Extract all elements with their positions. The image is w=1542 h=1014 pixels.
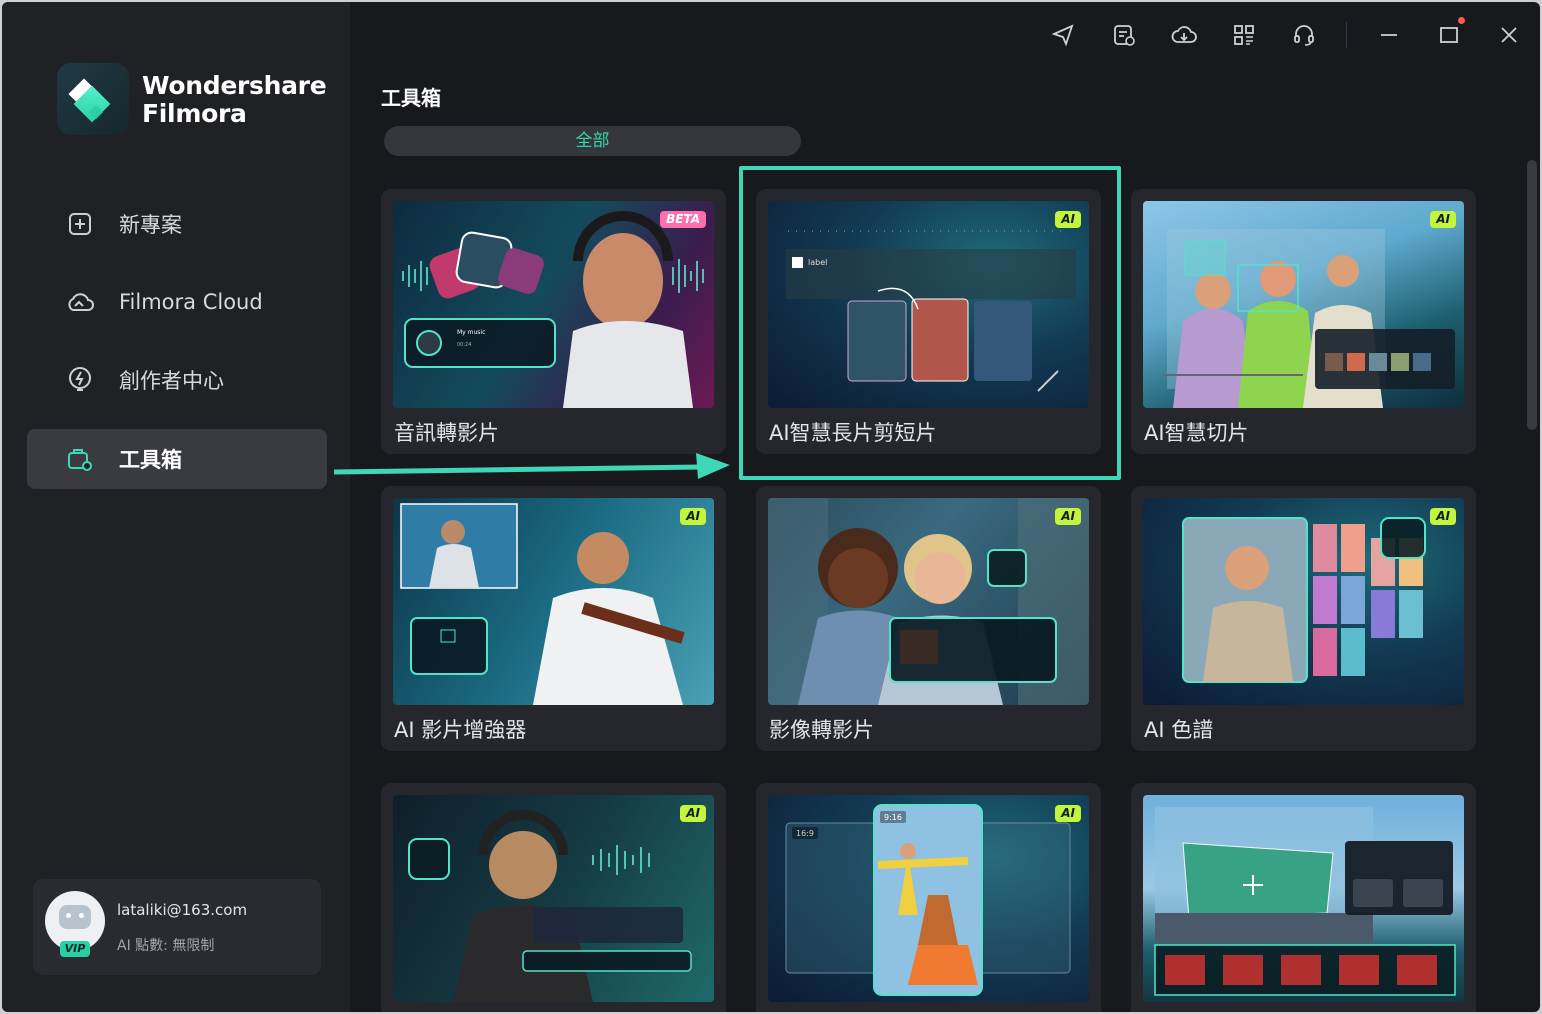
tool-card-ai-smart-cutout[interactable]: AI AI智慧切片	[1131, 189, 1476, 454]
sidebar-item-label: 新專案	[119, 213, 182, 237]
sidebar-item-label: 工具箱	[119, 448, 182, 472]
card-thumbnail: AI	[1143, 201, 1464, 408]
card-thumbnail: 16:9 9:16 AI	[768, 795, 1089, 1002]
tab-all[interactable]: 全部	[384, 126, 801, 156]
svg-text:16:9: 16:9	[796, 829, 814, 838]
brand-line-1: Wondershare	[142, 71, 327, 100]
page-title: 工具箱	[381, 86, 441, 110]
svg-text:00:24: 00:24	[457, 342, 471, 348]
ai-badge: AI	[1430, 211, 1456, 228]
cloud-icon	[65, 287, 95, 317]
highlight-annotation-box	[739, 166, 1121, 480]
user-email: lataliki@163.com	[117, 901, 248, 919]
ai-badge: AI	[680, 508, 706, 525]
ai-badge: AI	[1430, 508, 1456, 525]
ai-badge: AI	[1055, 805, 1081, 822]
vip-badge: VIP	[60, 941, 90, 957]
card-thumbnail	[1143, 795, 1464, 1002]
toolbox-icon	[65, 444, 95, 474]
tool-card-ai-color-palette[interactable]: AI AI 色譜	[1131, 486, 1476, 751]
tool-card-image-to-video[interactable]: AI 影像轉影片	[756, 486, 1101, 751]
cloud-download-icon[interactable]	[1169, 20, 1199, 50]
card-label: 音訊轉影片	[394, 421, 499, 445]
new-project-icon	[65, 209, 95, 239]
filmora-logo	[57, 63, 129, 135]
tool-card-planar-tracking[interactable]	[1131, 783, 1476, 1012]
notification-dot	[1458, 17, 1465, 24]
user-account-card[interactable]: VIP lataliki@163.com AI 點數: 無限制	[33, 879, 321, 975]
card-thumbnail: AI	[1143, 498, 1464, 705]
card-thumbnail: AI	[393, 498, 714, 705]
apps-grid-icon[interactable]	[1229, 20, 1259, 50]
minimize-icon[interactable]	[1374, 20, 1404, 50]
annotation-arrow-icon	[333, 453, 730, 479]
brand-name: Wondershare Filmora	[142, 71, 327, 128]
card-thumbnail: My music 00:24 BETA	[393, 201, 714, 408]
creator-hub-icon	[65, 365, 95, 395]
tool-card-audio-to-video[interactable]: My music 00:24 BETA 音訊轉影片	[381, 189, 726, 454]
beta-badge: BETA	[660, 211, 706, 228]
brand-line-2: Filmora	[142, 99, 247, 128]
ai-badge: AI	[1055, 508, 1081, 525]
ai-points-status: AI 點數: 無限制	[117, 938, 215, 954]
scrollbar-thumb[interactable]	[1527, 160, 1537, 430]
sidebar-item-label: 創作者中心	[119, 369, 224, 393]
sidebar-item-new-project[interactable]: 新專案	[27, 194, 327, 254]
card-label: AI 色譜	[1144, 718, 1214, 742]
tool-card-ai-video-enhancer[interactable]: AI AI 影片增強器	[381, 486, 726, 751]
maximize-icon[interactable]	[1434, 20, 1464, 50]
task-history-icon[interactable]	[1109, 20, 1139, 50]
sidebar-item-toolbox[interactable]: 工具箱	[27, 429, 327, 489]
card-label: AI智慧切片	[1144, 421, 1249, 445]
sidebar-item-label: Filmora Cloud	[119, 290, 263, 314]
card-label: 影像轉影片	[769, 718, 874, 742]
app-window: Wondershare Filmora 新專案 Filmora Cloud 創作…	[2, 2, 1540, 1012]
send-feedback-icon[interactable]	[1048, 20, 1078, 50]
close-icon[interactable]	[1494, 20, 1524, 50]
sidebar-item-filmora-cloud[interactable]: Filmora Cloud	[27, 272, 327, 332]
card-thumbnail: AI	[393, 795, 714, 1002]
ai-badge: AI	[680, 805, 706, 822]
tool-card-ai-music[interactable]: AI	[381, 783, 726, 1012]
card-label: AI 影片增強器	[394, 718, 527, 742]
svg-text:My music: My music	[457, 329, 485, 336]
card-thumbnail: AI	[768, 498, 1089, 705]
sidebar: Wondershare Filmora 新專案 Filmora Cloud 創作…	[2, 2, 350, 1012]
toolbar-divider	[1346, 22, 1347, 48]
svg-text:9:16: 9:16	[884, 813, 902, 822]
tool-card-auto-reframe[interactable]: 16:9 9:16 AI	[756, 783, 1101, 1012]
support-headset-icon[interactable]	[1289, 20, 1319, 50]
sidebar-item-creator-hub[interactable]: 創作者中心	[27, 350, 327, 410]
